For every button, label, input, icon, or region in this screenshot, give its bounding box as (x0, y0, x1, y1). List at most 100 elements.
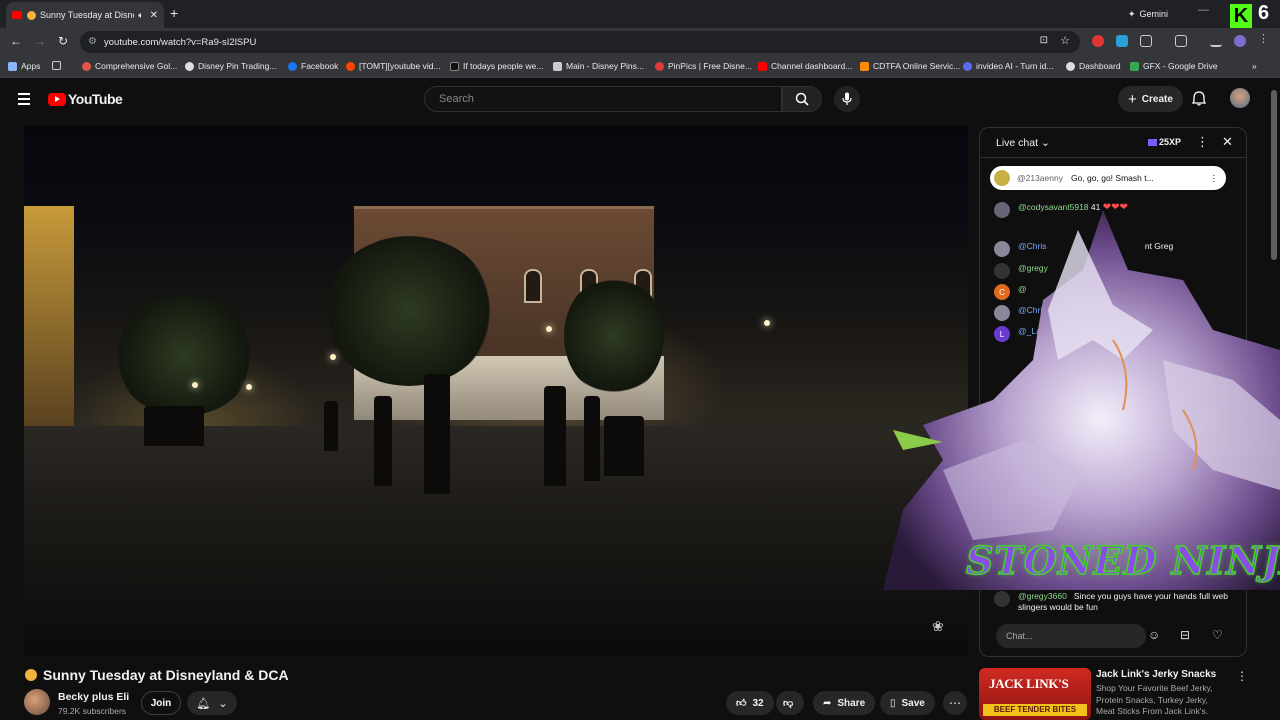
stream-overlay-title: STONED NINJA (965, 537, 1280, 584)
video-scene-building (24, 206, 74, 426)
pinned-more-icon[interactable]: ⋮ (1210, 173, 1219, 184)
join-button[interactable]: Join (141, 691, 181, 715)
channel-watermark-icon[interactable]: ❀ (932, 618, 944, 635)
video-scene-tree (114, 296, 254, 416)
kick-logo-icon: K (1230, 4, 1252, 28)
heart-icon[interactable]: ♡ (1212, 628, 1223, 642)
new-tab-button[interactable]: + (170, 5, 178, 21)
video-player[interactable]: ❀ (24, 126, 968, 656)
voice-search-button[interactable] (834, 86, 860, 112)
bookmark-item[interactable]: [TOMT][youtube vid... (346, 61, 441, 71)
back-icon[interactable]: ← (10, 34, 22, 48)
minimize-window-icon[interactable]: — (1198, 4, 1209, 16)
gemini-label: Gemini (1139, 9, 1169, 19)
ad-title[interactable]: Jack Link's Jerky Snacks (1096, 669, 1216, 680)
youtube-header: YouTube Search + Create (0, 78, 1280, 122)
emoji-icon[interactable]: ☺ (1148, 628, 1160, 642)
gemini-button[interactable]: ✦ Gemini (1120, 6, 1176, 22)
xp-badge[interactable]: 25XP (1148, 137, 1181, 147)
chat-input[interactable]: Chat... (996, 624, 1146, 648)
search-input[interactable]: Search (424, 86, 782, 112)
audio-playing-icon[interactable]: 🔈︎ (138, 10, 143, 21)
close-chat-icon[interactable]: ✕ (1222, 134, 1233, 150)
pinned-text: Go, go, go! Smash t... (1070, 173, 1154, 183)
more-actions-icon[interactable]: ⋯ (943, 691, 967, 715)
ad-more-options-icon[interactable]: ⋮ (1236, 669, 1248, 683)
site-info-icon[interactable]: ⚙︎ (88, 36, 97, 47)
youtube-logo-text: YouTube (68, 91, 123, 107)
video-scene-person (604, 416, 644, 476)
channel-avatar[interactable] (24, 689, 50, 715)
create-button[interactable]: + Create (1118, 86, 1183, 112)
thumbs-down-icon: 👎︎ (783, 698, 794, 709)
bookmark-star-icon[interactable]: ☆ (1060, 34, 1070, 47)
reload-icon[interactable]: ↻ (58, 34, 68, 48)
more-bookmarks-icon[interactable]: » (1252, 61, 1257, 71)
bookmark-item[interactable]: Main - Disney Pins... (553, 61, 644, 71)
extension-red-icon[interactable] (1092, 35, 1104, 47)
video-scene-tree (564, 276, 664, 396)
video-scene-tree (324, 236, 494, 386)
sparkle-icon: ✦ (1128, 8, 1136, 19)
tab-title: Sunny Tuesday at Disne (40, 10, 135, 20)
bookmark-item[interactable]: Channel dashboard... (758, 61, 852, 71)
ad-product-tag: BEEF TENDER BITES (983, 704, 1087, 716)
chat-more-options-icon[interactable]: ⋮ (1196, 134, 1209, 150)
super-chat-icon[interactable]: ⊟ (1180, 628, 1190, 642)
bell-icon: 🔔︎ (196, 697, 211, 710)
video-scene-person (544, 386, 566, 486)
chrome-menu-icon[interactable]: ⋮ (1258, 32, 1270, 45)
pinned-author: @213aenny (1017, 173, 1063, 183)
grid-icon[interactable] (52, 61, 61, 70)
extensions-puzzle-icon[interactable] (1140, 35, 1152, 47)
browser-tab-strip: Sunny Tuesday at Disne 🔈︎ ✕ + ✦ Gemini —… (0, 0, 1280, 28)
video-scene-person (374, 396, 392, 486)
youtube-play-icon (48, 92, 66, 106)
ad-description: Shop Your Favorite Beef Jerky, Protein S… (1096, 683, 1213, 716)
live-chat-title[interactable]: Live chat ⌄ (996, 137, 1050, 149)
video-scene-person (584, 396, 600, 481)
video-scene-lamp (246, 384, 252, 390)
page-scrollbar[interactable] (1271, 90, 1277, 260)
url-field[interactable]: ⚙︎ youtube.com/watch?v=Ra9-sI2lSPU ⊡ ☆ (80, 31, 1080, 53)
reading-list-icon[interactable] (1210, 35, 1222, 47)
dislike-button[interactable]: 👎︎ (776, 691, 804, 715)
pinned-message[interactable]: @213aenny Go, go, go! Smash t... ⋮ (990, 166, 1226, 190)
share-icon: ➦ (823, 697, 832, 709)
bookmark-item[interactable]: invideo AI - Turn id... (963, 61, 1053, 71)
subscriber-count: 79.2K subscribers (58, 706, 127, 716)
extension-blue-icon[interactable] (1116, 35, 1128, 47)
subscribe-notifications-button[interactable]: 🔔︎ ⌄ (187, 691, 237, 715)
bookmark-item[interactable]: Disney Pin Trading... (185, 61, 276, 71)
share-button[interactable]: ➦ Share (813, 691, 876, 715)
bookmark-gfx-drive[interactable]: GFX - Google Drive (1130, 61, 1218, 71)
bookmark-item[interactable]: If todays people we... (450, 61, 543, 71)
bookmark-apps[interactable]: Apps (8, 61, 40, 71)
address-bar-row: ← → ↻ ⚙︎ youtube.com/watch?v=Ra9-sI2lSPU… (0, 28, 1280, 56)
bookmark-dashboard[interactable]: Dashboard (1066, 61, 1121, 71)
menu-icon[interactable] (18, 93, 30, 105)
bookmark-item[interactable]: Comprehensive Gol... (82, 61, 177, 71)
like-button[interactable]: 👍︎ 32 (726, 691, 774, 715)
youtube-logo[interactable]: YouTube (48, 91, 123, 107)
close-tab-icon[interactable]: ✕ (150, 10, 158, 21)
chevron-down-icon: ⌄ (218, 697, 228, 710)
browser-tab[interactable]: Sunny Tuesday at Disne 🔈︎ ✕ (6, 2, 164, 28)
ad-brand-logo: JACK LINK'S (989, 676, 1069, 691)
video-scene-ground (24, 426, 968, 656)
profile-icon[interactable] (1234, 35, 1246, 47)
side-panel-icon[interactable] (1175, 35, 1187, 47)
bookmark-facebook[interactable]: Facebook (288, 61, 338, 71)
video-scene-lamp (764, 320, 770, 326)
notifications-button[interactable] (1191, 91, 1207, 111)
forward-icon[interactable]: → (34, 34, 46, 48)
search-button[interactable] (782, 86, 822, 112)
save-button[interactable]: ▯ Save (880, 691, 935, 715)
channel-name[interactable]: Becky plus Eli (58, 691, 129, 703)
video-scene-lamp (192, 382, 198, 388)
bookmark-item[interactable]: CDTFA Online Servic... (860, 61, 960, 71)
account-avatar[interactable] (1230, 88, 1250, 108)
install-app-icon[interactable]: ⊡ (1040, 35, 1048, 46)
bookmark-item[interactable]: PinPics | Free Disne... (655, 61, 752, 71)
ad-thumbnail[interactable]: JACK LINK'S BEEF TENDER BITES (979, 668, 1091, 720)
